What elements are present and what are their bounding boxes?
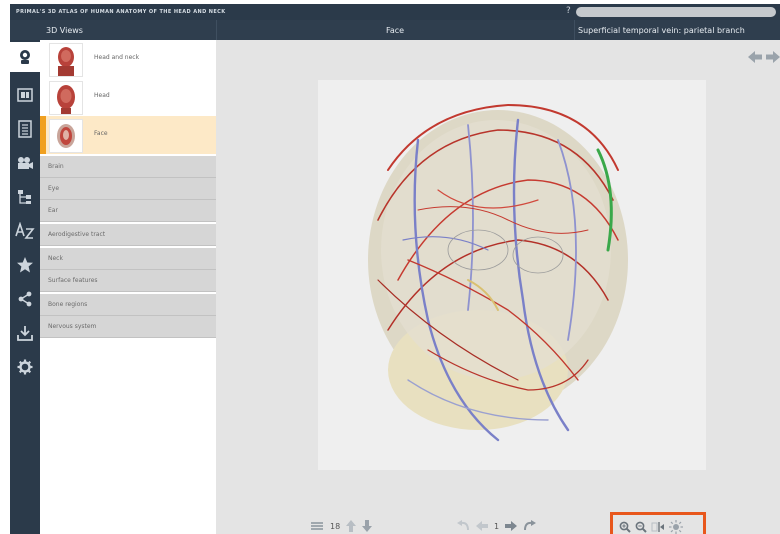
star-icon — [17, 257, 33, 273]
app-title: PRIMAL'S 3D ATLAS OF HUMAN ANATOMY OF TH… — [16, 9, 226, 15]
nav-share[interactable] — [10, 284, 40, 314]
cut-plane-icon[interactable] — [651, 521, 665, 533]
download-icon — [17, 326, 33, 341]
section-brain[interactable]: Brain — [40, 156, 216, 178]
selected-indicator — [40, 116, 46, 154]
nav-3d-views[interactable] — [10, 42, 40, 72]
nav-slides[interactable] — [10, 80, 40, 110]
nav-download[interactable] — [10, 318, 40, 348]
view-label: Face — [94, 130, 108, 137]
rotate-left-icon[interactable] — [456, 520, 470, 532]
section-label: Aerodigestive tract — [48, 231, 106, 238]
previous-frame-icon[interactable] — [476, 521, 488, 531]
anatomy-model-image[interactable] — [318, 80, 706, 470]
section-label: Bone regions — [48, 301, 88, 308]
zoom-controls-highlight — [610, 512, 706, 534]
nav-text[interactable] — [10, 114, 40, 144]
frame-number: 1 — [494, 521, 500, 531]
history-arrows — [748, 48, 780, 67]
layers-icon[interactable] — [310, 520, 324, 532]
forward-arrow-icon[interactable] — [766, 51, 780, 63]
left-navigation — [10, 40, 40, 534]
face-thumbnail — [49, 119, 83, 153]
section-eye[interactable]: Eye — [40, 178, 216, 200]
layer-count: 18 — [330, 521, 341, 531]
layer-up-arrow-icon[interactable] — [346, 520, 357, 532]
title-bar: PRIMAL'S 3D ATLAS OF HUMAN ANATOMY OF TH… — [10, 4, 780, 20]
section-label: Nervous system — [48, 323, 97, 330]
head-thumbnail — [49, 81, 83, 115]
nav-settings[interactable] — [10, 352, 40, 382]
view-label: Head and neck — [94, 54, 140, 61]
rotate-right-icon[interactable] — [523, 520, 537, 532]
zoom-in-icon[interactable] — [619, 521, 631, 533]
document-icon — [18, 120, 32, 138]
a-to-z-icon — [15, 222, 35, 239]
views-panel: Head and neck Head Face Brain Eye Ear Ae… — [40, 40, 216, 534]
back-arrow-icon[interactable] — [748, 51, 762, 63]
nav-hierarchy[interactable] — [10, 182, 40, 212]
section-aerodigestive-tract[interactable]: Aerodigestive tract — [40, 224, 216, 246]
section-label: Neck — [48, 255, 63, 262]
view-item-head-and-neck[interactable]: Head and neck — [40, 40, 216, 78]
nav-a-to-z[interactable] — [10, 216, 40, 246]
section-label: Ear — [48, 207, 58, 214]
views-heading: 3D Views — [46, 25, 83, 35]
head-icon — [20, 50, 30, 64]
view-item-head[interactable]: Head — [40, 78, 216, 116]
section-ear[interactable]: Ear — [40, 200, 216, 222]
selected-structure-label: Superficial temporal vein: parietal bran… — [578, 25, 745, 35]
section-neck[interactable]: Neck — [40, 248, 216, 270]
current-view-title: Face — [385, 25, 405, 35]
view-item-face[interactable]: Face — [40, 116, 216, 154]
layer-down-arrow-icon[interactable] — [362, 520, 373, 532]
hierarchy-icon — [18, 190, 31, 204]
next-frame-icon[interactable] — [505, 521, 518, 531]
section-nervous-system[interactable]: Nervous system — [40, 316, 216, 338]
help-icon[interactable]: ? — [566, 6, 571, 16]
section-surface-features[interactable]: Surface features — [40, 270, 216, 292]
head-and-neck-thumbnail — [49, 43, 83, 77]
gear-icon — [17, 359, 33, 375]
slides-icon — [17, 88, 33, 102]
nav-favorites[interactable] — [10, 250, 40, 280]
layer-controls: 18 — [310, 520, 373, 532]
zoom-out-icon[interactable] — [635, 521, 647, 533]
lighting-icon[interactable] — [669, 520, 683, 534]
header-bar: 3D Views Face Superficial temporal vein:… — [10, 20, 780, 40]
view-label: Head — [94, 92, 110, 99]
nav-movies[interactable] — [10, 148, 40, 178]
search-input[interactable] — [576, 7, 776, 17]
camera-icon — [18, 157, 33, 169]
section-label: Eye — [48, 185, 60, 192]
share-icon — [18, 291, 32, 307]
panel-empty-area — [40, 340, 216, 534]
section-label: Surface features — [48, 277, 98, 284]
model-viewport[interactable] — [318, 80, 706, 470]
frame-controls: 1 — [456, 520, 537, 532]
section-label: Brain — [48, 163, 64, 170]
app-window: PRIMAL'S 3D ATLAS OF HUMAN ANATOMY OF TH… — [10, 4, 780, 534]
section-bone-regions[interactable]: Bone regions — [40, 294, 216, 316]
